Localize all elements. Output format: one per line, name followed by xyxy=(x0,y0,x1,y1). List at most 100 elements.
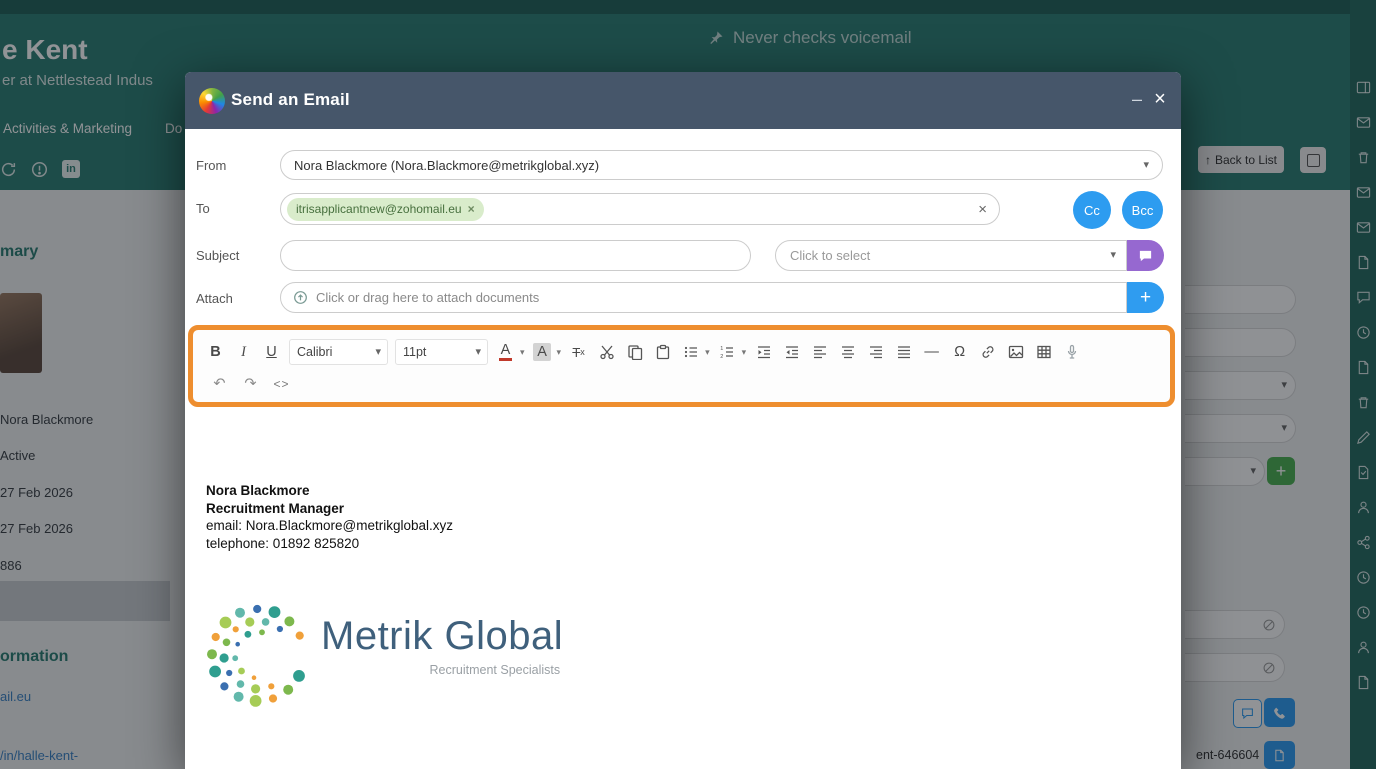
clear-format-x: x xyxy=(580,347,585,357)
outdent-button[interactable] xyxy=(781,340,802,364)
font-family-value: Calibri xyxy=(297,345,332,359)
chevron-down-icon: ▾ xyxy=(375,347,381,358)
redo-button[interactable]: ↷ xyxy=(240,372,261,396)
align-right-icon xyxy=(868,344,884,360)
chevron-down-icon[interactable]: ▾ xyxy=(705,347,710,358)
numbered-list-icon: 12 xyxy=(719,344,735,360)
font-size-value: 11pt xyxy=(403,345,426,359)
align-justify-button[interactable] xyxy=(893,340,914,364)
template-placeholder: Click to select xyxy=(790,248,870,263)
insert-image-button[interactable] xyxy=(1005,340,1026,364)
logo-wordmark: Metrik Global xyxy=(321,614,563,659)
email-body-editor[interactable]: Nora Blackmore Recruitment Manager email… xyxy=(196,412,1166,769)
subject-input[interactable] xyxy=(280,240,751,271)
metrik-logo-dots xyxy=(203,598,315,710)
bullet-list-button[interactable] xyxy=(680,340,701,364)
close-icon[interactable]: × xyxy=(1148,86,1172,112)
remove-recipient-icon[interactable]: × xyxy=(468,202,475,216)
align-right-button[interactable] xyxy=(865,340,886,364)
attach-dropzone[interactable]: Click or drag here to attach documents xyxy=(280,282,1127,313)
copy-button[interactable] xyxy=(624,340,645,364)
outdent-icon xyxy=(784,344,800,360)
clear-format-button[interactable]: Tx xyxy=(568,340,589,364)
modal-header: Send an Email – × xyxy=(185,72,1181,129)
underline-button[interactable]: U xyxy=(261,340,282,364)
dictation-button[interactable] xyxy=(1061,340,1082,364)
svg-text:2: 2 xyxy=(720,354,723,360)
font-color-swatch xyxy=(499,358,512,361)
chevron-down-icon: ▾ xyxy=(1110,250,1116,261)
bcc-button[interactable]: Bcc xyxy=(1122,191,1163,229)
numbered-list-button[interactable]: 12 xyxy=(717,340,738,364)
toolbar-highlight-box: B I U Calibri ▾ 11pt ▾ A ▾ A ▾ xyxy=(188,325,1175,407)
screen: Never checks voicemail e Kent er at Nett… xyxy=(0,0,1376,769)
from-value: Nora Blackmore (Nora.Blackmore@metrikglo… xyxy=(294,158,599,173)
logo-tagline: Recruitment Specialists xyxy=(430,663,561,677)
align-justify-icon xyxy=(896,344,912,360)
modal-title: Send an Email xyxy=(231,90,350,110)
horizontal-rule-button[interactable]: — xyxy=(921,340,942,364)
cut-button[interactable] xyxy=(596,340,617,364)
attach-placeholder: Click or drag here to attach documents xyxy=(316,290,539,305)
font-family-select[interactable]: Calibri ▾ xyxy=(289,339,388,365)
from-label: From xyxy=(196,158,226,173)
image-icon xyxy=(1008,344,1024,360)
bullet-list-icon xyxy=(683,344,699,360)
chevron-down-icon: ▾ xyxy=(1143,160,1149,171)
align-center-icon xyxy=(840,344,856,360)
italic-button[interactable]: I xyxy=(233,340,254,364)
indent-icon xyxy=(756,344,772,360)
insert-table-button[interactable] xyxy=(1033,340,1054,364)
scissors-icon xyxy=(599,344,615,360)
highlight-color-button[interactable]: A xyxy=(532,340,553,364)
to-label: To xyxy=(196,201,210,216)
recipient-chip-text: itrisapplicantnew@zohomail.eu xyxy=(296,202,462,216)
zoho-mail-icon xyxy=(199,88,225,114)
table-icon xyxy=(1036,344,1052,360)
clear-format-t: T xyxy=(572,345,580,360)
email-signature: Nora Blackmore Recruitment Manager email… xyxy=(206,482,453,552)
bold-button[interactable]: B xyxy=(205,340,226,364)
special-char-button[interactable]: Ω xyxy=(949,340,970,364)
attach-add-button[interactable]: + xyxy=(1127,282,1164,313)
cc-button[interactable]: Cc xyxy=(1073,191,1111,229)
editor-toolbar-row-2: ↶ ↷ <> xyxy=(209,372,292,396)
to-input[interactable]: itrisapplicantnew@zohomail.eu × × xyxy=(280,193,1000,225)
chevron-down-icon[interactable]: ▾ xyxy=(742,347,747,358)
send-email-modal: Send an Email – × From Nora Blackmore (N… xyxy=(185,72,1181,769)
paste-button[interactable] xyxy=(652,340,673,364)
signature-email: email: Nora.Blackmore@metrikglobal.xyz xyxy=(206,517,453,535)
from-select[interactable]: Nora Blackmore (Nora.Blackmore@metrikglo… xyxy=(280,150,1163,180)
copy-icon xyxy=(627,344,643,360)
signature-title: Recruitment Manager xyxy=(206,500,453,518)
clear-recipients-icon[interactable]: × xyxy=(978,201,987,218)
attach-label: Attach xyxy=(196,291,233,306)
recipient-chip[interactable]: itrisapplicantnew@zohomail.eu × xyxy=(287,198,484,221)
microphone-icon xyxy=(1064,344,1080,360)
minimize-button[interactable]: – xyxy=(1127,86,1147,112)
undo-button[interactable]: ↶ xyxy=(209,372,230,396)
plus-icon: + xyxy=(1140,287,1151,309)
template-select[interactable]: Click to select ▾ xyxy=(775,240,1127,271)
chevron-down-icon[interactable]: ▾ xyxy=(520,347,525,358)
code-view-button[interactable]: <> xyxy=(271,372,292,396)
chat-template-icon xyxy=(1138,248,1153,263)
font-size-select[interactable]: 11pt ▾ xyxy=(395,339,488,365)
chevron-down-icon: ▾ xyxy=(475,347,481,358)
signature-name: Nora Blackmore xyxy=(206,482,453,500)
insert-link-button[interactable] xyxy=(977,340,998,364)
align-center-button[interactable] xyxy=(837,340,858,364)
upload-icon xyxy=(293,290,308,305)
subject-label: Subject xyxy=(196,248,239,263)
chevron-down-icon[interactable]: ▾ xyxy=(557,347,562,358)
indent-button[interactable] xyxy=(753,340,774,364)
font-color-letter: A xyxy=(501,343,511,358)
editor-toolbar-row-1: B I U Calibri ▾ 11pt ▾ A ▾ A ▾ xyxy=(205,339,1082,365)
template-browse-button[interactable] xyxy=(1127,240,1164,271)
font-color-button[interactable]: A xyxy=(495,340,516,364)
svg-text:1: 1 xyxy=(720,346,723,352)
align-left-button[interactable] xyxy=(809,340,830,364)
signature-phone: telephone: 01892 825820 xyxy=(206,535,453,553)
link-icon xyxy=(980,344,996,360)
metrik-global-logo: Metrik Global Recruitment Specialists xyxy=(203,598,563,710)
